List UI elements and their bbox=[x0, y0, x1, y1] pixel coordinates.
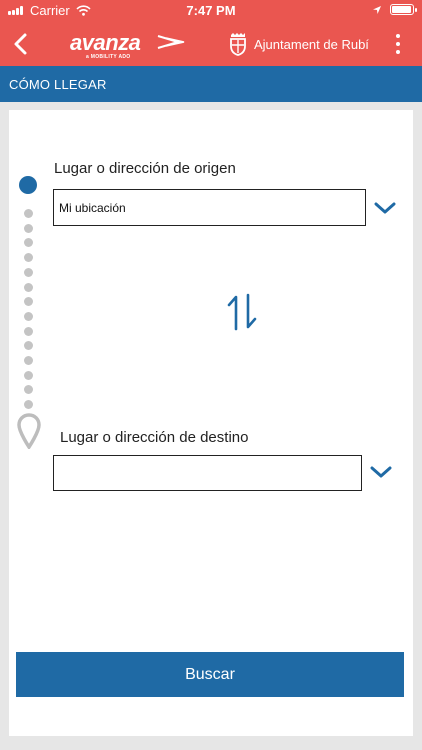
search-button[interactable]: Buscar bbox=[16, 652, 404, 697]
more-vertical-icon[interactable] bbox=[390, 32, 406, 56]
route-dot bbox=[24, 356, 33, 365]
city-crest-icon bbox=[230, 33, 246, 56]
avanza-logo: avanza a MOBILITY ADO bbox=[70, 30, 190, 60]
city-name: Ajuntament de Rubí bbox=[254, 36, 369, 52]
logo-word: avanza bbox=[70, 30, 141, 55]
menu-dot bbox=[396, 50, 400, 54]
destination-pin-icon bbox=[17, 413, 41, 449]
menu-dot bbox=[396, 42, 400, 46]
back-chevron-icon[interactable] bbox=[8, 30, 36, 58]
swap-direction-icon[interactable] bbox=[224, 291, 260, 333]
status-right bbox=[372, 4, 417, 15]
section-title: CÓMO LLEGAR bbox=[9, 77, 107, 92]
battery-fill bbox=[392, 6, 411, 13]
route-dot bbox=[24, 326, 33, 336]
status-bar: Carrier 7:47 PM bbox=[0, 0, 422, 22]
origin-label: Lugar o dirección de origen bbox=[54, 160, 236, 177]
destination-dropdown-chevron-icon[interactable] bbox=[369, 464, 393, 480]
route-dot bbox=[24, 223, 33, 233]
location-arrow-icon bbox=[373, 5, 381, 14]
route-dot bbox=[24, 209, 33, 218]
route-dot bbox=[24, 311, 33, 321]
search-button-label: Buscar bbox=[185, 665, 235, 683]
origin-dropdown-chevron-icon[interactable] bbox=[373, 200, 397, 216]
destination-label: Lugar o dirección de destino bbox=[60, 429, 249, 446]
destination-field[interactable] bbox=[53, 455, 362, 491]
logo-subtext: a MOBILITY ADO bbox=[86, 54, 131, 60]
battery-icon bbox=[390, 4, 417, 15]
origin-field[interactable]: Mi ubicación bbox=[53, 189, 366, 226]
route-dot bbox=[24, 370, 33, 380]
menu-dot bbox=[396, 34, 400, 38]
logo-arrow-icon bbox=[157, 35, 185, 49]
section-bar: CÓMO LLEGAR bbox=[0, 66, 422, 102]
app-header: avanza a MOBILITY ADO Ajuntament de Rubí bbox=[0, 22, 422, 66]
origin-value: Mi ubicación bbox=[59, 200, 126, 215]
origin-marker-icon bbox=[19, 176, 37, 194]
route-dot bbox=[24, 267, 33, 277]
route-dot bbox=[24, 282, 33, 292]
city-brand: Ajuntament de Rubí bbox=[228, 32, 369, 56]
clock: 7:47 PM bbox=[186, 3, 236, 18]
